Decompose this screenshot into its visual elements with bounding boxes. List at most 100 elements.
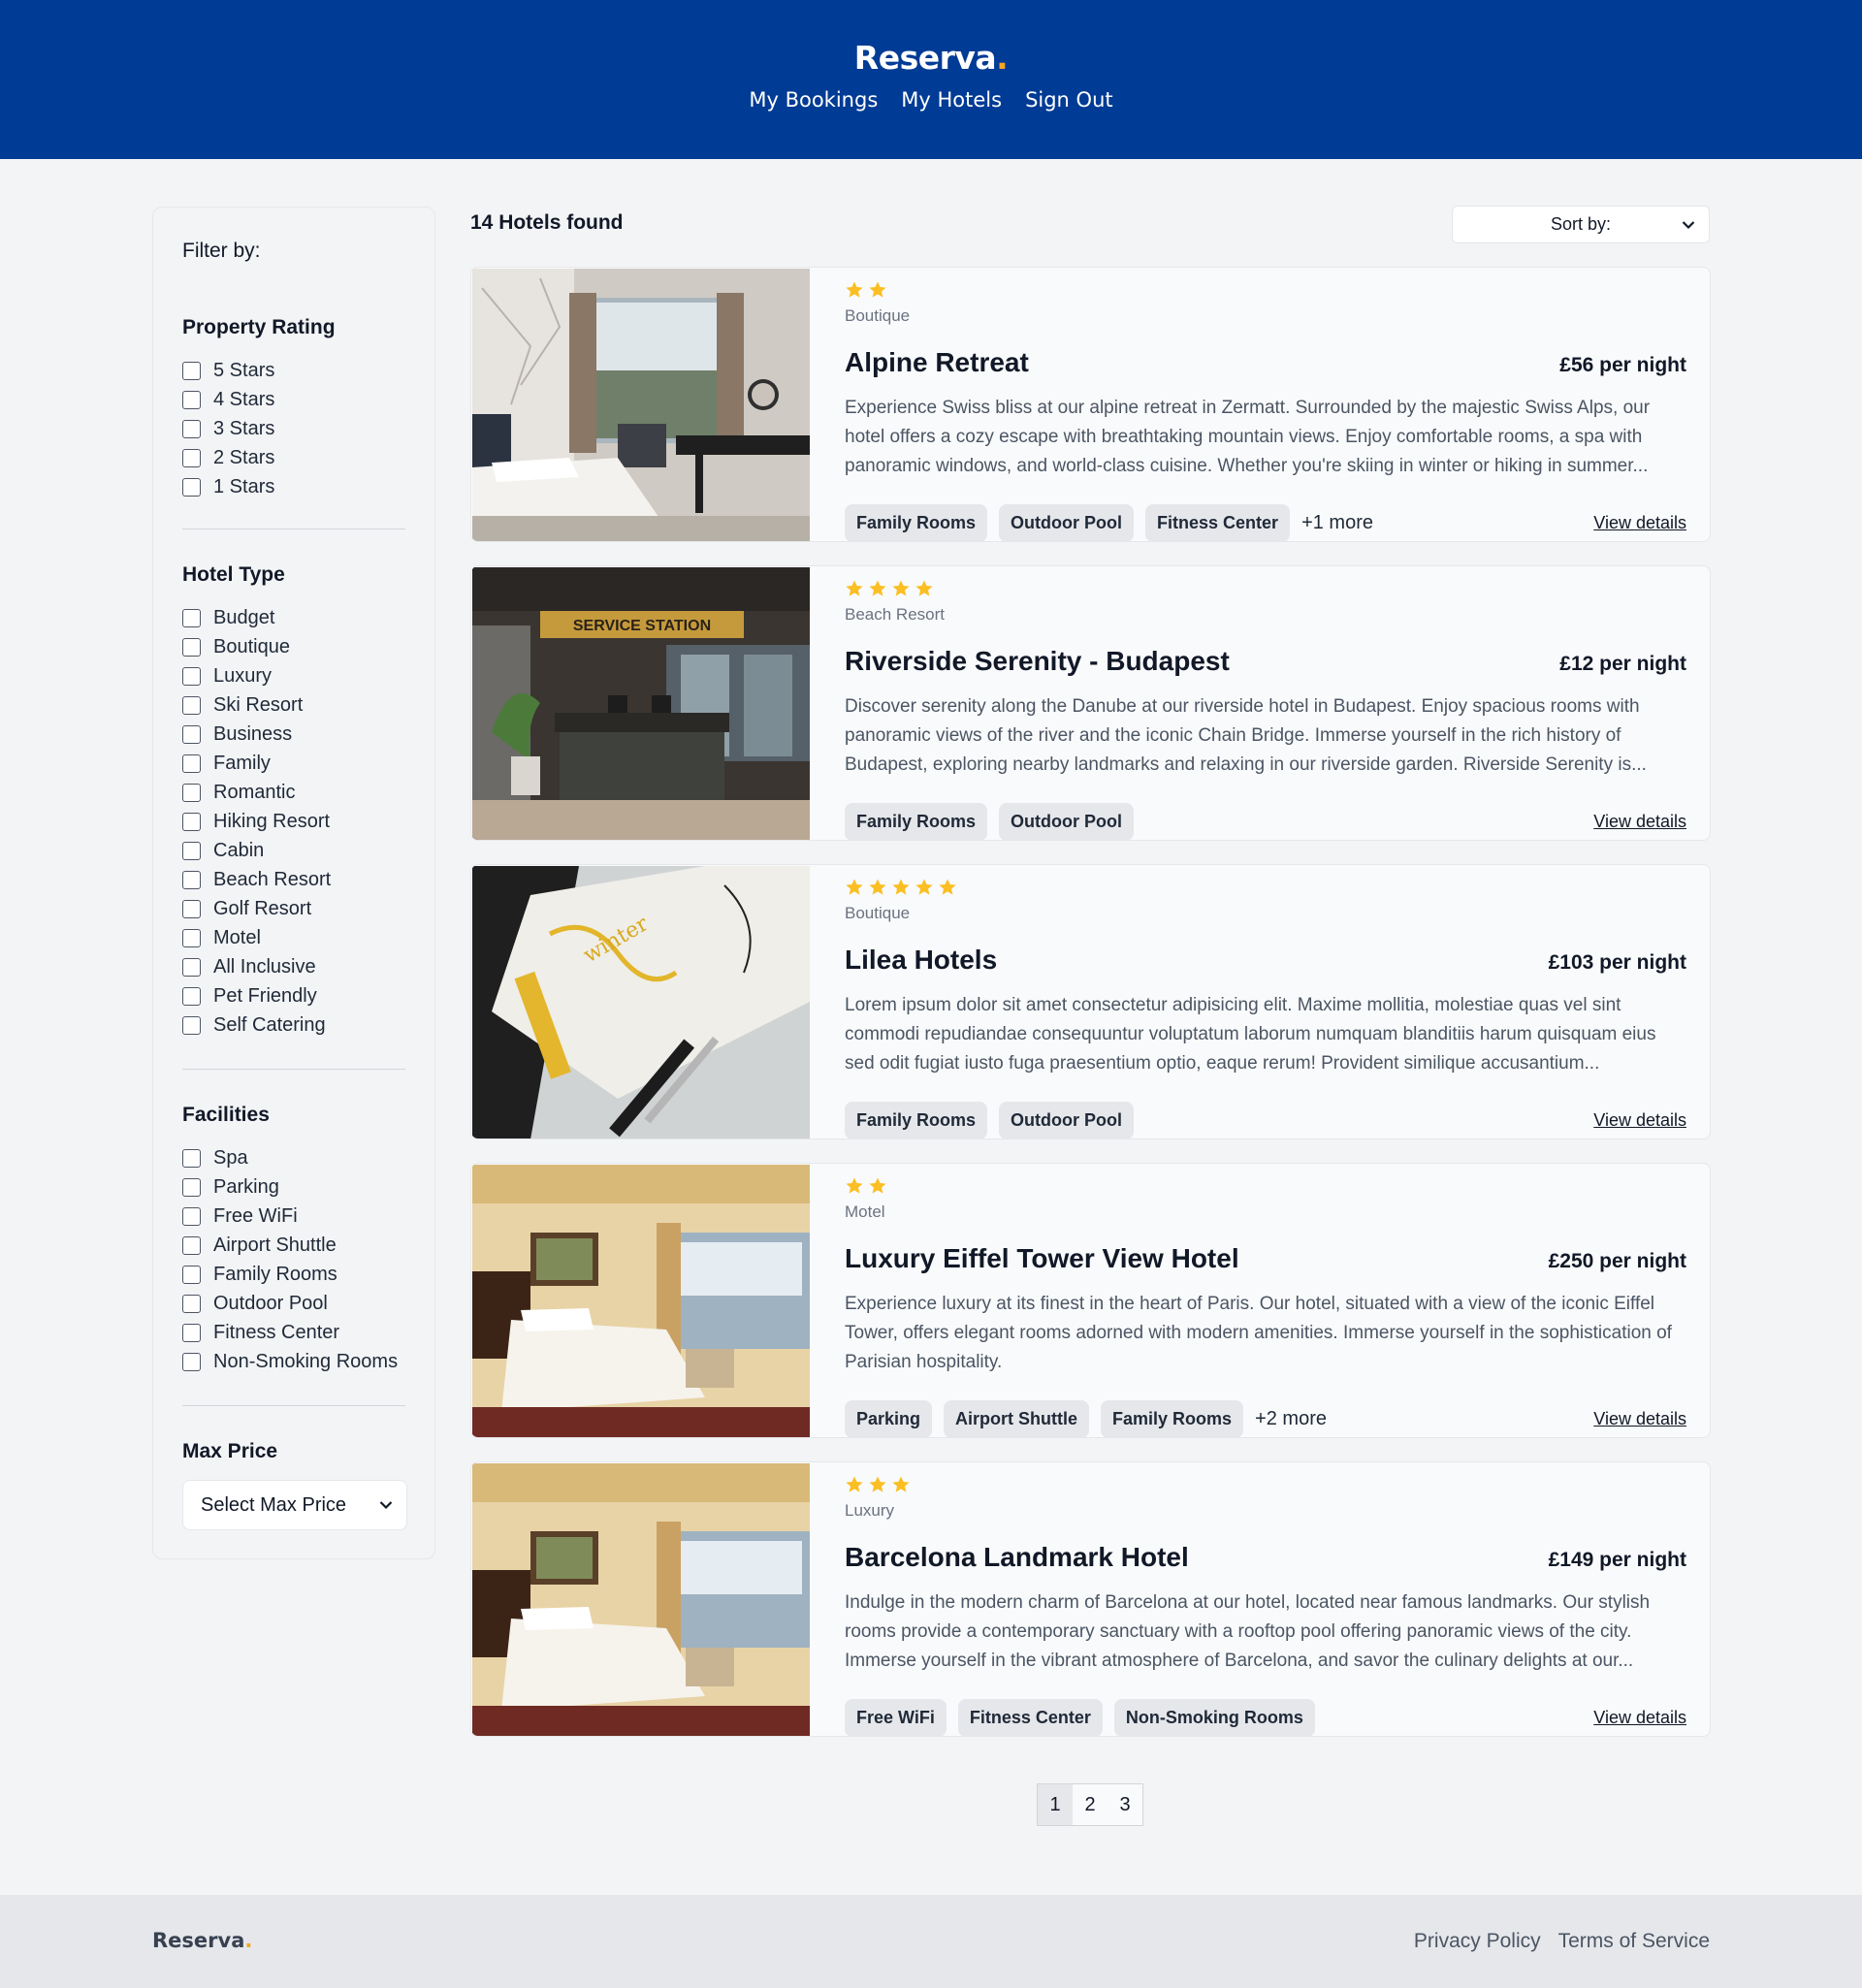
checkbox[interactable] xyxy=(182,419,201,438)
hotel-name[interactable]: Lilea Hotels xyxy=(845,945,997,976)
privacy-policy-link[interactable]: Privacy Policy xyxy=(1414,1930,1541,1953)
checkbox[interactable] xyxy=(182,1323,201,1342)
checkbox[interactable] xyxy=(182,1265,201,1284)
filter-option[interactable]: Boutique xyxy=(182,632,405,661)
view-details-link[interactable]: View details xyxy=(1593,1409,1686,1429)
facility-tags: Family Rooms Outdoor Pool Fitness Center +1… xyxy=(845,504,1373,541)
checkbox[interactable] xyxy=(182,928,201,947)
checkbox[interactable] xyxy=(182,608,201,627)
view-details-link[interactable]: View details xyxy=(1593,812,1686,832)
filter-option[interactable]: Pet Friendly xyxy=(182,981,405,1010)
star-rating xyxy=(845,1474,1686,1495)
hotel-name[interactable]: Luxury Eiffel Tower View Hotel xyxy=(845,1243,1239,1274)
sort-select[interactable]: Sort by: xyxy=(1452,206,1710,243)
view-details-link[interactable]: View details xyxy=(1593,513,1686,533)
checkbox[interactable] xyxy=(182,1177,201,1197)
footer-logo[interactable]: Reserva. xyxy=(152,1929,252,1952)
checkbox[interactable] xyxy=(182,841,201,860)
filter-option[interactable]: All Inclusive xyxy=(182,952,405,981)
hotel-image[interactable]: SERVICE STATION xyxy=(472,567,810,841)
hotel-image[interactable] xyxy=(472,1165,810,1438)
nav-sign-out[interactable]: Sign Out xyxy=(1025,88,1113,112)
svg-text:SERVICE STATION: SERVICE STATION xyxy=(573,618,711,634)
filter-option[interactable]: Ski Resort xyxy=(182,690,405,720)
facility-tag: Airport Shuttle xyxy=(944,1400,1090,1437)
star-icon xyxy=(892,879,910,895)
filter-option[interactable]: Free WiFi xyxy=(182,1202,405,1231)
checkbox[interactable] xyxy=(182,477,201,497)
checkbox[interactable] xyxy=(182,695,201,715)
rating-options: 5 Stars 4 Stars 3 Stars 2 Stars 1 Stars xyxy=(182,356,405,501)
filter-option[interactable]: 4 Stars xyxy=(182,385,405,414)
checkbox[interactable] xyxy=(182,666,201,686)
checkbox[interactable] xyxy=(182,448,201,467)
hotel-name[interactable]: Riverside Serenity - Budapest xyxy=(845,646,1230,677)
filter-option[interactable]: Business xyxy=(182,720,405,749)
checkbox[interactable] xyxy=(182,724,201,744)
filter-option[interactable]: Airport Shuttle xyxy=(182,1231,405,1260)
hotel-description: Lorem ipsum dolor sit amet consectetur a… xyxy=(845,995,1656,1074)
hotel-description: Indulge in the modern charm of Barcelona… xyxy=(845,1592,1651,1671)
checkbox[interactable] xyxy=(182,1352,201,1371)
checkbox[interactable] xyxy=(182,812,201,831)
filter-option[interactable]: Cabin xyxy=(182,836,405,865)
hotel-image[interactable] xyxy=(472,269,810,542)
hotel-image[interactable]: winter xyxy=(472,866,810,1139)
filter-option-label: Beach Resort xyxy=(213,868,332,890)
filter-option[interactable]: Spa xyxy=(182,1143,405,1172)
hotel-name[interactable]: Alpine Retreat xyxy=(845,347,1029,378)
filter-option[interactable]: Fitness Center xyxy=(182,1318,405,1347)
checkbox[interactable] xyxy=(182,637,201,657)
hotel-card-footer: Free WiFi Fitness Center Non-Smoking Rooms… xyxy=(845,1699,1686,1736)
filter-option[interactable]: 1 Stars xyxy=(182,472,405,501)
nav-my-bookings[interactable]: My Bookings xyxy=(749,88,878,112)
filter-option[interactable]: Romantic xyxy=(182,778,405,807)
hotel-type-options: Budget Boutique Luxury Ski Resort Business Fa… xyxy=(182,603,405,1040)
checkbox[interactable] xyxy=(182,754,201,773)
filter-option[interactable]: Self Catering xyxy=(182,1010,405,1040)
hotel-image[interactable] xyxy=(472,1463,810,1737)
checkbox[interactable] xyxy=(182,1206,201,1226)
checkbox[interactable] xyxy=(182,957,201,977)
page-button-1[interactable]: 1 xyxy=(1038,1784,1073,1825)
filter-option[interactable]: Beach Resort xyxy=(182,865,405,894)
max-price-select-value: Select Max Price xyxy=(201,1493,347,1516)
filter-option[interactable]: Luxury xyxy=(182,661,405,690)
checkbox[interactable] xyxy=(182,390,201,409)
filter-option[interactable]: Hiking Resort xyxy=(182,807,405,836)
checkbox[interactable] xyxy=(182,1235,201,1255)
filter-option[interactable]: Non-Smoking Rooms xyxy=(182,1347,405,1376)
filter-option[interactable]: Golf Resort xyxy=(182,894,405,923)
checkbox[interactable] xyxy=(182,870,201,889)
checkbox[interactable] xyxy=(182,1148,201,1168)
checkbox[interactable] xyxy=(182,361,201,380)
filter-option[interactable]: 5 Stars xyxy=(182,356,405,385)
hotel-card-footer: Family Rooms Outdoor Pool View details xyxy=(845,1102,1686,1138)
hotel-name[interactable]: Barcelona Landmark Hotel xyxy=(845,1542,1189,1573)
filter-option[interactable]: Family Rooms xyxy=(182,1260,405,1289)
view-details-link[interactable]: View details xyxy=(1593,1110,1686,1131)
facility-tag: Parking xyxy=(845,1400,933,1437)
view-details-link[interactable]: View details xyxy=(1593,1708,1686,1728)
filter-option[interactable]: Family xyxy=(182,749,405,778)
filter-group-title: Hotel Type xyxy=(182,563,285,586)
checkbox[interactable] xyxy=(182,986,201,1006)
page-button-3[interactable]: 3 xyxy=(1108,1784,1142,1825)
filter-option[interactable]: Outdoor Pool xyxy=(182,1289,405,1318)
filter-option[interactable]: Budget xyxy=(182,603,405,632)
filter-option[interactable]: 3 Stars xyxy=(182,414,405,443)
checkbox[interactable] xyxy=(182,899,201,918)
filter-option[interactable]: 2 Stars xyxy=(182,443,405,472)
site-logo[interactable]: Reserva. xyxy=(854,39,1009,77)
checkbox[interactable] xyxy=(182,1015,201,1035)
max-price-select[interactable]: Select Max Price xyxy=(182,1480,407,1530)
checkbox[interactable] xyxy=(182,1294,201,1313)
filter-option[interactable]: Motel xyxy=(182,923,405,952)
star-icon xyxy=(869,879,886,895)
hotel-price: £56 per night xyxy=(1559,354,1686,376)
checkbox[interactable] xyxy=(182,783,201,802)
terms-of-service-link[interactable]: Terms of Service xyxy=(1558,1930,1710,1953)
nav-my-hotels[interactable]: My Hotels xyxy=(901,88,1002,112)
page-button-2[interactable]: 2 xyxy=(1073,1784,1108,1825)
filter-option[interactable]: Parking xyxy=(182,1172,405,1202)
